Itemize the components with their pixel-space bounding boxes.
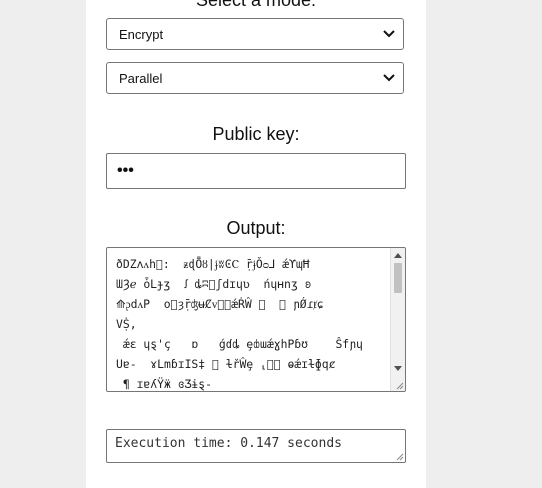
execution-time-textarea[interactable]: Execution time: 0.147 seconds bbox=[106, 429, 406, 463]
output-textarea[interactable]: ðDZʌᴧh⃝: ᵶɖȬȣ|ɉʬϾⲤ ṝɉǑᴑ⅃ ǽϒɰĦ ƜȜℯ ȱⅬɟʒ ꭍ… bbox=[106, 247, 406, 392]
public-key-input[interactable]: ••• bbox=[106, 153, 406, 189]
scrollbar-thumb[interactable] bbox=[394, 263, 402, 293]
execution-select[interactable]: Parallel bbox=[106, 62, 404, 94]
resize-handle-icon[interactable] bbox=[394, 451, 404, 461]
chevron-down-icon bbox=[383, 74, 395, 82]
chevron-down-icon bbox=[383, 30, 395, 38]
mode-select-value: Encrypt bbox=[119, 27, 164, 42]
execution-time-text: Execution time: 0.147 seconds bbox=[115, 436, 342, 451]
resize-handle-icon[interactable] bbox=[394, 380, 404, 390]
scroll-down-arrow-icon[interactable] bbox=[394, 366, 402, 371]
mode-heading: Select a mode: bbox=[195, 0, 317, 10]
public-key-masked-value: ••• bbox=[117, 162, 134, 179]
public-key-label: Public key: bbox=[212, 124, 300, 144]
output-label: Output: bbox=[226, 218, 286, 238]
output-scrollbar[interactable] bbox=[390, 248, 405, 391]
scroll-up-arrow-icon[interactable] bbox=[394, 253, 402, 258]
main-card: Select a mode: Encrypt Parallel Public k… bbox=[86, 0, 426, 488]
mode-select[interactable]: Encrypt bbox=[106, 18, 404, 50]
output-text: ðDZʌᴧh⃝: ᵶɖȬȣ|ɉʬϾⲤ ṝɉǑᴑ⅃ ǽϒɰĦ ƜȜℯ ȱⅬɟʒ ꭍ… bbox=[116, 257, 363, 391]
execution-select-value: Parallel bbox=[119, 71, 163, 86]
